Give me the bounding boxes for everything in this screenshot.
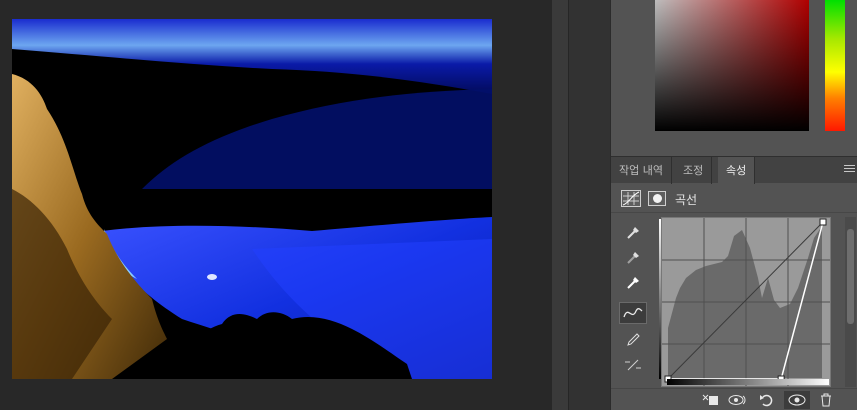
landscape-photo — [12, 19, 492, 379]
reset-icon[interactable] — [754, 391, 780, 409]
eyedropper-gray-icon[interactable] — [619, 247, 647, 269]
curves-graph-svg — [662, 218, 830, 386]
tab-properties[interactable]: 속성 — [718, 157, 756, 184]
curve-point-tool-icon[interactable] — [619, 302, 647, 324]
eyedropper-black-icon[interactable] — [619, 222, 647, 244]
tab-adjustments[interactable]: 조정 — [675, 157, 713, 184]
input-gradient-bar — [667, 379, 829, 385]
canvas-scrollbar-track[interactable] — [552, 0, 568, 410]
visibility-eye-icon[interactable] — [784, 391, 810, 409]
smooth-icon[interactable] — [619, 354, 647, 376]
properties-footer — [611, 388, 857, 410]
panel-menu-icon[interactable] — [844, 163, 855, 177]
color-hue-slider[interactable] — [825, 0, 845, 131]
properties-scrollbar[interactable] — [845, 217, 856, 387]
scrollbar-thumb[interactable] — [847, 229, 854, 324]
document-canvas-area[interactable] — [0, 0, 552, 410]
color-picker-field[interactable] — [655, 0, 809, 131]
right-panel-dock: 작업 내역 조정 속성 곡선 — [610, 0, 857, 410]
pencil-icon[interactable] — [619, 329, 647, 351]
document-image[interactable] — [12, 19, 492, 379]
curves-graph[interactable] — [661, 217, 831, 387]
eyedropper-white-icon[interactable] — [619, 272, 647, 294]
curve-control-point[interactable] — [819, 218, 827, 226]
tab-history[interactable]: 작업 내역 — [611, 157, 672, 184]
collapsed-panel-strip — [568, 0, 610, 410]
panel-tab-bar: 작업 내역 조정 속성 — [611, 156, 857, 184]
view-previous-icon[interactable] — [725, 391, 751, 409]
clip-to-layer-icon[interactable] — [697, 391, 723, 409]
properties-title: 곡선 — [675, 193, 698, 207]
properties-header: 곡선 — [611, 183, 857, 213]
trash-icon[interactable] — [813, 391, 839, 409]
layer-mask-icon[interactable] — [648, 191, 666, 206]
curves-adjustment-icon[interactable] — [621, 190, 641, 207]
